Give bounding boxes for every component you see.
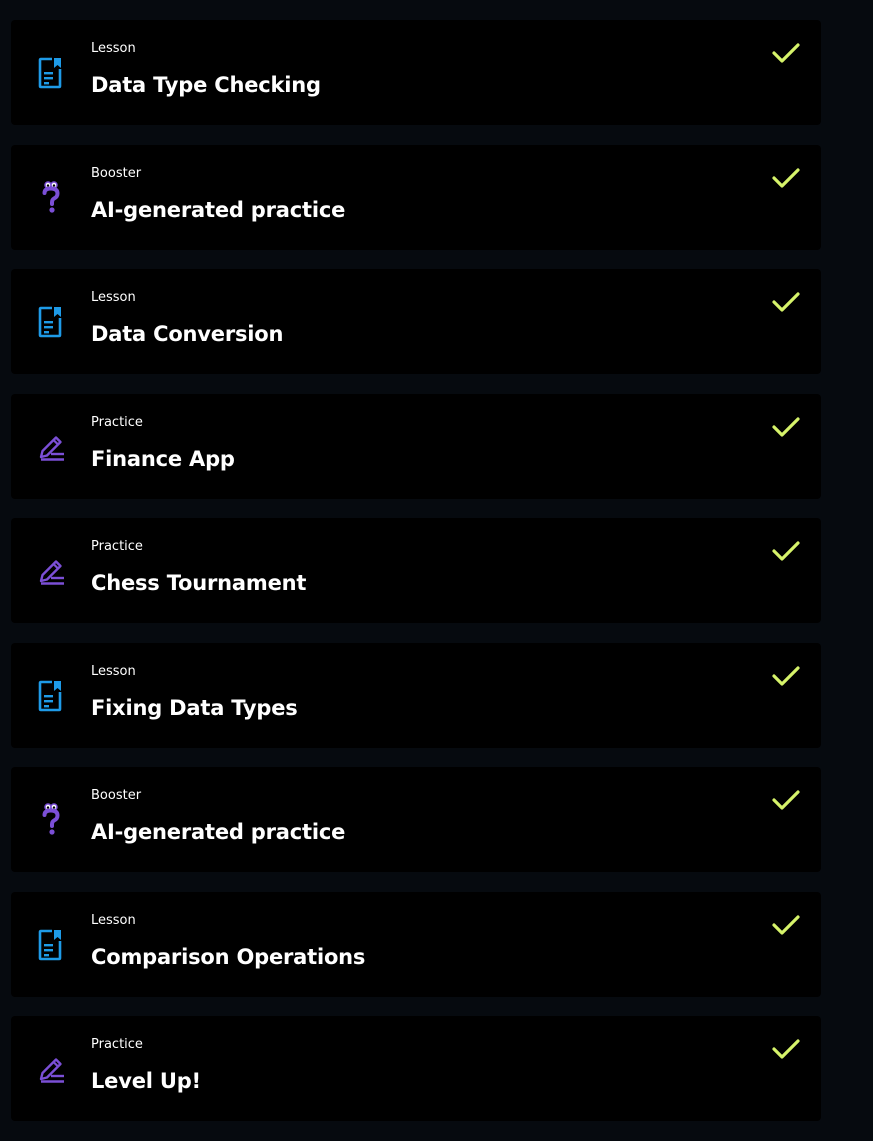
item-type-label: Lesson: [91, 290, 136, 305]
list-item-finance-app[interactable]: Practice Finance App: [11, 393, 821, 499]
list-item-data-conversion[interactable]: Lesson Data Conversion: [11, 269, 821, 374]
list-item-ai-generated-practice[interactable]: Booster AI-generated practice: [11, 144, 821, 250]
lesson-list: Lesson Data Type Checking Booster AI-gen…: [11, 20, 821, 1141]
pencil-icon: [37, 554, 65, 588]
document-bookmark-icon: [37, 56, 65, 90]
item-type-label: Lesson: [91, 912, 136, 928]
document-bookmark-icon: [37, 928, 65, 962]
item-title: Data Type Checking: [91, 73, 321, 97]
list-item-level-up[interactable]: Practice Level Up!: [11, 1016, 821, 1121]
item-type-label: Booster: [91, 165, 142, 181]
checkmark-icon: [772, 167, 800, 189]
question-mark-icon: [37, 803, 65, 837]
item-type-label: Practice: [91, 1037, 143, 1052]
list-item-data-type-checking[interactable]: Lesson Data Type Checking: [11, 20, 821, 125]
checkmark-icon: [772, 42, 800, 64]
item-type-label: Lesson: [91, 41, 136, 56]
item-title: AI-generated practice: [91, 197, 346, 222]
checkmark-icon: [772, 665, 800, 687]
checkmark-icon: [772, 914, 800, 936]
pencil-icon: [37, 430, 65, 464]
item-type-label: Booster: [91, 788, 142, 803]
list-item-fixing-data-types[interactable]: Lesson Fixing Data Types: [11, 642, 821, 748]
checkmark-icon: [772, 1038, 800, 1060]
list-item-chess-tournament[interactable]: Practice Chess Tournament: [11, 518, 821, 623]
checkmark-icon: [772, 416, 800, 438]
pencil-icon: [37, 1052, 65, 1086]
item-title: Data Conversion: [91, 322, 284, 346]
document-bookmark-icon: [37, 679, 65, 713]
item-title: Level Up!: [91, 1069, 201, 1093]
item-title: AI-generated practice: [91, 820, 346, 844]
item-type-label: Practice: [91, 539, 143, 554]
item-title: Fixing Data Types: [91, 695, 298, 720]
item-title: Finance App: [91, 446, 235, 471]
item-type-label: Practice: [91, 414, 143, 430]
question-mark-icon: [37, 180, 65, 215]
document-bookmark-icon: [37, 305, 65, 339]
list-item-ai-generated-practice[interactable]: Booster AI-generated practice: [11, 767, 821, 872]
checkmark-icon: [772, 789, 800, 811]
item-type-label: Lesson: [91, 663, 136, 679]
item-title: Comparison Operations: [91, 944, 366, 969]
checkmark-icon: [772, 291, 800, 313]
list-item-comparison-operations[interactable]: Lesson Comparison Operations: [11, 891, 821, 997]
item-title: Chess Tournament: [91, 571, 307, 595]
checkmark-icon: [772, 540, 800, 562]
